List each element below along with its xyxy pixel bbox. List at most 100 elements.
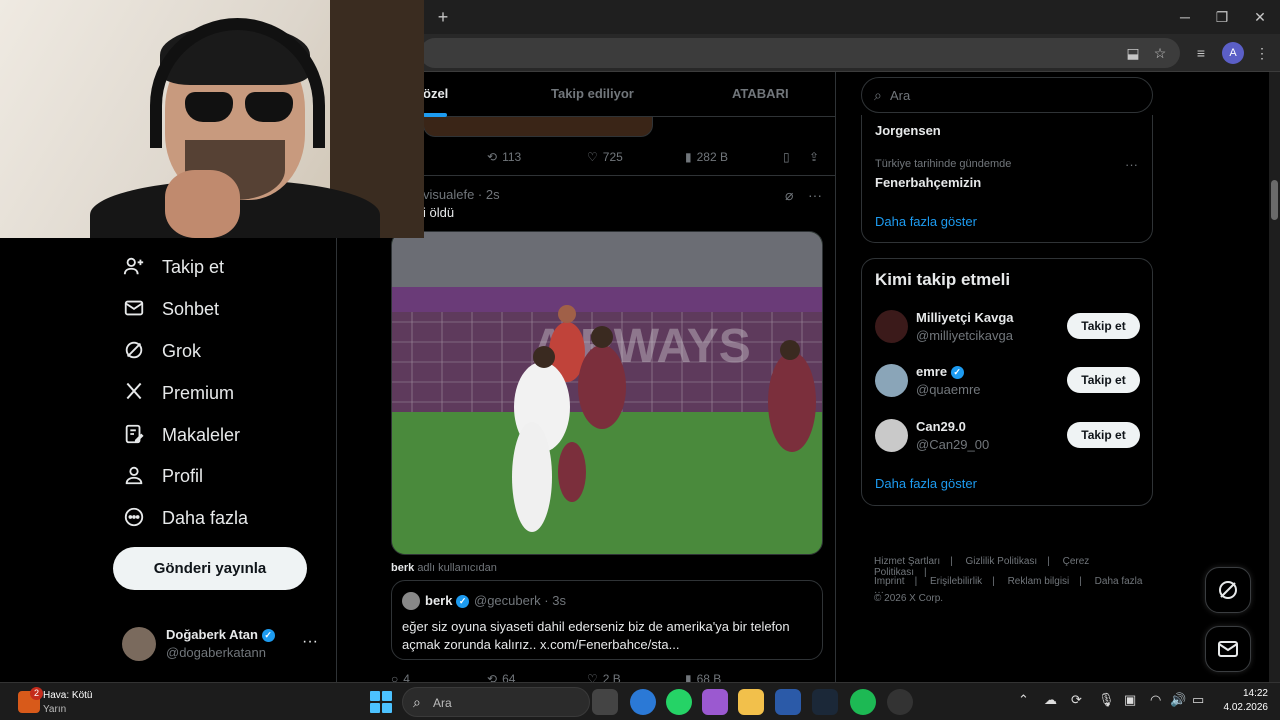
suggestion-item[interactable]: emre ✓ @quaemre Takip et: [875, 362, 1141, 402]
verified-badge-icon: ✓: [950, 366, 964, 380]
nav-label: Premium: [162, 382, 235, 403]
new-tab-button[interactable]: +: [432, 6, 454, 28]
search-box[interactable]: ⌕: [861, 77, 1153, 113]
show-more-link[interactable]: Daha fazla göster: [875, 214, 977, 229]
retweet-button[interactable]: ⟲ 113: [487, 150, 521, 164]
more-icon[interactable]: ···: [1125, 157, 1138, 172]
suggestion-item[interactable]: Can29.0 @Can29_00 Takip et: [875, 417, 1141, 457]
nav-articles[interactable]: Makaleler: [122, 420, 240, 450]
verified-badge-icon: ✓: [261, 629, 275, 643]
grok-icon[interactable]: ⌀: [785, 187, 793, 204]
weather-widget[interactable]: 2 Hava: Kötü Yarın: [18, 687, 138, 717]
show-more-link[interactable]: Daha fazla göster: [875, 476, 977, 491]
nav-follow[interactable]: Takip et: [122, 252, 224, 282]
clock[interactable]: 14:22 4.02.2026: [1218, 687, 1269, 715]
verified-badge-icon: ✓: [456, 595, 470, 609]
bookmark-icon[interactable]: ▯: [783, 150, 790, 164]
nav-more[interactable]: Daha fazla: [122, 503, 248, 533]
post-button[interactable]: Gönderi yayınla: [113, 547, 307, 590]
avatar: [402, 592, 420, 610]
battery-icon[interactable]: ▭: [1192, 692, 1204, 708]
nav-chat[interactable]: Sohbet: [122, 294, 219, 324]
footer-link-ads[interactable]: Reklam bilgisi: [1008, 576, 1070, 587]
display-icon[interactable]: ▣: [1124, 692, 1136, 708]
suggestion-item[interactable]: Milliyetçi Kavga @milliyetcikavga Takip …: [875, 308, 1141, 348]
chrome-icon[interactable]: [630, 689, 656, 715]
install-app-icon[interactable]: ⬓: [1122, 42, 1144, 64]
tab-atabari[interactable]: ATABARI: [732, 86, 789, 101]
microphone-icon[interactable]: 🎙: [1098, 692, 1115, 708]
nav-premium[interactable]: Premium: [122, 378, 234, 408]
tweet-meta[interactable]: visualefe · 2s: [423, 187, 500, 202]
trend-item[interactable]: Jorgensen: [875, 123, 941, 138]
heart-icon: ♡: [587, 150, 598, 164]
like-button[interactable]: ♡ 725: [587, 150, 623, 164]
profile-avatar[interactable]: A: [1222, 42, 1244, 64]
avatar: [875, 419, 908, 452]
start-button[interactable]: [370, 691, 392, 713]
account-switcher[interactable]: Doğaberk Atan ✓ @dogaberkatann ···: [122, 625, 322, 665]
nav-label: Makaleler: [162, 424, 241, 445]
who-to-follow: Kimi takip etmeli Milliyetçi Kavga @mill…: [861, 258, 1153, 506]
spotify-icon[interactable]: [850, 689, 876, 715]
follow-button[interactable]: Takip et: [1067, 422, 1140, 448]
nav-label: Grok: [162, 340, 202, 361]
close-window-button[interactable]: ✕: [1245, 6, 1275, 28]
trend-context: Türkiye tarihinde gündemde: [875, 158, 1012, 170]
search-icon: ⌕: [413, 694, 421, 710]
tweet-video[interactable]: AIRWAYS: [391, 231, 823, 555]
webcam-overlay: [0, 0, 424, 238]
nav-profile[interactable]: Profil: [122, 461, 203, 491]
tab-ozel[interactable]: özel: [423, 86, 448, 101]
more-icon[interactable]: ···: [302, 633, 318, 651]
nav-label: Profil: [162, 465, 204, 486]
volume-icon[interactable]: 🔊: [1170, 692, 1186, 708]
more-icon[interactable]: ···: [808, 187, 822, 203]
chevron-up-icon[interactable]: ⌃: [1018, 692, 1029, 708]
wifi-icon[interactable]: ◠: [1150, 692, 1161, 708]
footer-link-terms[interactable]: Hizmet Şartları: [874, 556, 940, 567]
profile-icon: [122, 464, 146, 488]
copyright: © 2026 X Corp.: [874, 593, 944, 604]
tab-following[interactable]: Takip ediliyor: [551, 86, 634, 101]
bookmark-star-icon[interactable]: ☆: [1149, 42, 1171, 64]
minimize-button[interactable]: ─: [1170, 6, 1200, 28]
tweet-credit[interactable]: berk adlı kullanıcıdan: [391, 562, 497, 574]
whatsapp-icon[interactable]: [666, 689, 692, 715]
footer-link-privacy[interactable]: Gizlilik Politikası: [966, 556, 1038, 567]
articles-icon: [122, 423, 146, 447]
follow-button[interactable]: Takip et: [1067, 367, 1140, 393]
messages-fab[interactable]: [1205, 626, 1251, 672]
quote-author: berk ✓: [425, 593, 470, 609]
search-input[interactable]: [890, 84, 1140, 106]
copilot-icon[interactable]: [702, 689, 728, 715]
footer-link-accessibility[interactable]: Erişilebilirlik: [930, 576, 982, 587]
restore-button[interactable]: ❐: [1207, 6, 1237, 28]
address-bar[interactable]: [420, 38, 1180, 68]
sync-icon[interactable]: ⟳: [1071, 692, 1082, 708]
media-control-icon[interactable]: ≡: [1190, 42, 1212, 64]
account-handle: @dogaberkatann: [166, 645, 266, 660]
cloud-off-icon[interactable]: ☁: [1044, 692, 1057, 708]
quoted-tweet[interactable]: berk ✓ @gecuberk · 3s eğer siz oyuna siy…: [391, 580, 823, 660]
app-icon[interactable]: [887, 689, 913, 715]
notification-badge: 2: [30, 687, 43, 700]
trend-item[interactable]: Fenerbahçemizin: [875, 175, 981, 190]
taskbar-search[interactable]: ⌕ Ara: [402, 687, 590, 717]
grok-fab[interactable]: [1205, 567, 1251, 613]
weather-text: Hava: Kötü: [43, 690, 93, 701]
store-icon[interactable]: [775, 689, 801, 715]
share-icon[interactable]: ⇪: [809, 150, 819, 164]
footer-link-imprint[interactable]: Imprint: [874, 576, 905, 587]
task-view-icon[interactable]: [592, 689, 618, 715]
tweet-text: i öldü: [423, 205, 455, 220]
scrollbar[interactable]: [1269, 72, 1280, 682]
steam-icon[interactable]: [812, 689, 838, 715]
follow-button[interactable]: Takip et: [1067, 313, 1140, 339]
nav-grok[interactable]: Grok: [122, 336, 201, 366]
views-button[interactable]: ▮ 282 B: [685, 150, 728, 164]
file-explorer-icon[interactable]: [738, 689, 764, 715]
x-logo-icon: [122, 381, 146, 405]
browser-menu-icon[interactable]: ⋮: [1251, 42, 1273, 64]
previous-tweet-media[interactable]: [423, 117, 653, 137]
